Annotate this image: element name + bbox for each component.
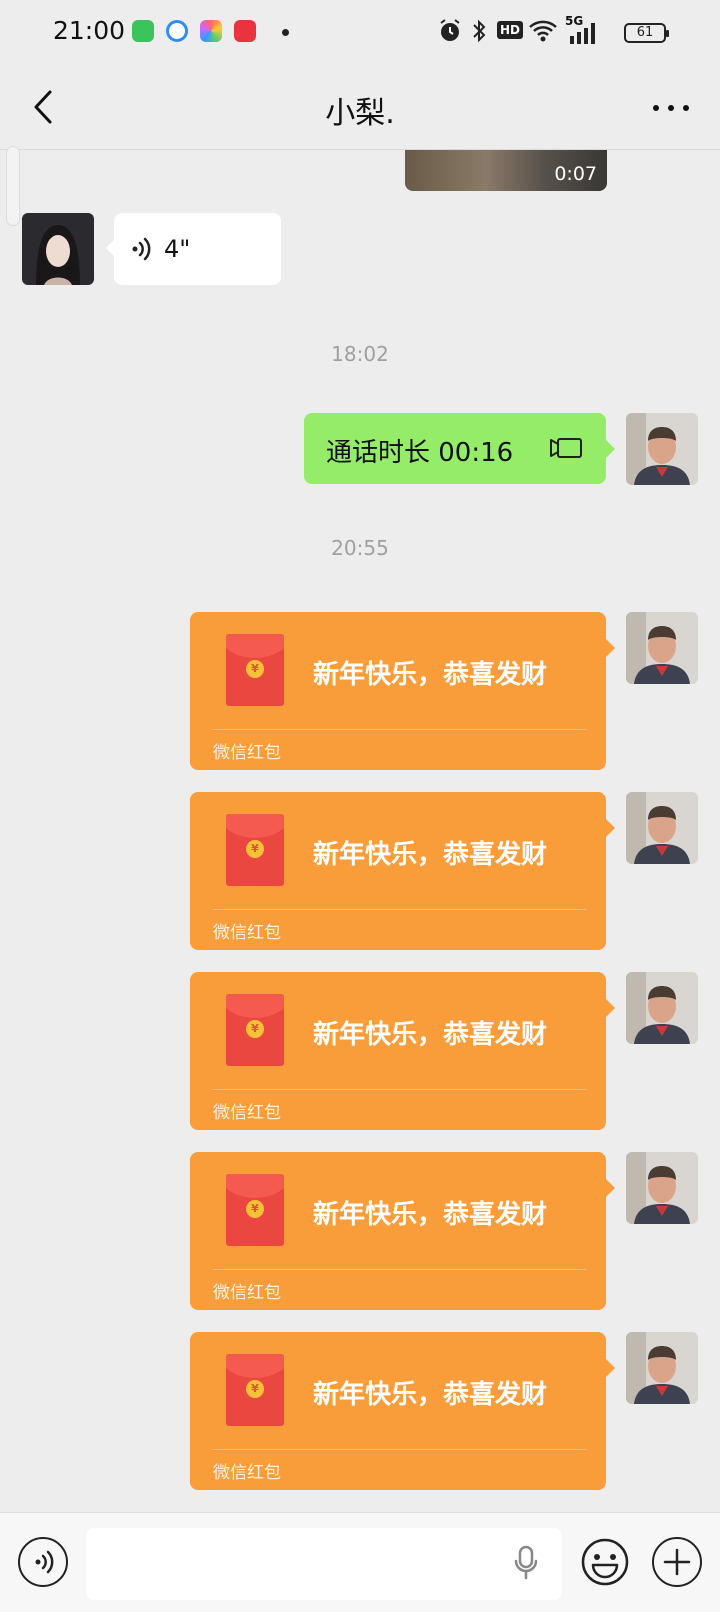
my-avatar[interactable]	[626, 792, 698, 864]
voice-wave-icon	[132, 237, 151, 261]
divider	[213, 1449, 586, 1450]
red-packet-greeting: 新年快乐，恭喜发财	[313, 660, 548, 690]
my-avatar[interactable]	[626, 1152, 698, 1224]
red-envelope-icon: ¥	[226, 994, 284, 1066]
red-envelope-icon: ¥	[226, 634, 284, 706]
message-input[interactable]	[86, 1528, 562, 1600]
battery-icon: 61	[624, 23, 669, 43]
red-packet-greeting: 新年快乐，恭喜发财	[313, 840, 548, 870]
chat-input-bar	[0, 1512, 720, 1612]
bluetooth-icon	[473, 19, 486, 43]
red-packet-label: 微信红包	[213, 1283, 281, 1303]
red-packet-message[interactable]: ¥ 新年快乐，恭喜发财微信红包	[190, 1152, 615, 1310]
microphone-icon[interactable]	[513, 1545, 539, 1581]
browser-app-icon	[166, 20, 188, 42]
red-packet-label: 微信红包	[213, 923, 281, 943]
my-avatar[interactable]	[626, 972, 698, 1044]
call-record-message[interactable]: 通话时长 00:16	[304, 413, 615, 484]
divider	[213, 1269, 586, 1270]
hd-icon: HD	[497, 21, 524, 39]
signal-icon	[570, 23, 595, 44]
red-envelope-icon: ¥	[226, 1174, 284, 1246]
status-bar: 21:00 HD 5G 61	[0, 0, 720, 64]
chat-title: 小梨.	[325, 96, 395, 131]
red-packet-label: 微信红包	[213, 1463, 281, 1483]
coin-icon: ¥	[246, 660, 264, 678]
divider	[213, 729, 586, 730]
divider	[213, 1089, 586, 1090]
red-packet-greeting: 新年快乐，恭喜发财	[313, 1020, 548, 1050]
status-time: 21:00	[53, 16, 126, 45]
voice-message[interactable]: 4"	[106, 213, 281, 285]
notification-app-icon	[132, 20, 154, 42]
more-notifications-dot	[282, 29, 289, 36]
red-packet-message[interactable]: ¥ 新年快乐，恭喜发财微信红包	[190, 612, 615, 770]
red-packet-greeting: 新年快乐，恭喜发财	[313, 1380, 548, 1410]
timestamp: 18:02	[331, 342, 389, 366]
voice-length: 4"	[164, 235, 191, 263]
red-packet-message[interactable]: ¥ 新年快乐，恭喜发财微信红包	[190, 1332, 615, 1490]
call-duration-text: 通话时长 00:16	[326, 438, 514, 468]
timestamp: 20:55	[331, 536, 389, 560]
red-packet-label: 微信红包	[213, 743, 281, 763]
coin-icon: ¥	[246, 1200, 264, 1218]
divider	[213, 909, 586, 910]
voice-input-toggle[interactable]	[18, 1537, 68, 1587]
battery-level: 61	[636, 25, 654, 40]
video-call-icon	[550, 438, 582, 458]
coin-icon: ¥	[246, 840, 264, 858]
my-avatar[interactable]	[626, 1332, 698, 1404]
video-message[interactable]: 0:07	[405, 150, 607, 191]
my-avatar[interactable]	[626, 612, 698, 684]
wifi-icon	[529, 20, 557, 42]
more-functions-button[interactable]	[652, 1537, 702, 1587]
red-packet-greeting: 新年快乐，恭喜发财	[313, 1200, 548, 1230]
coin-icon: ¥	[246, 1380, 264, 1398]
gallery-app-icon	[200, 20, 222, 42]
red-packet-label: 微信红包	[213, 1103, 281, 1123]
red-packet-message[interactable]: ¥ 新年快乐，恭喜发财微信红包	[190, 792, 615, 950]
more-options-icon[interactable]	[646, 88, 696, 128]
video-duration: 0:07	[554, 163, 597, 185]
my-avatar[interactable]	[626, 413, 698, 485]
coin-icon: ¥	[246, 1020, 264, 1038]
red-envelope-icon: ¥	[226, 1354, 284, 1426]
alarm-icon	[440, 19, 460, 41]
scroll-indicator	[6, 146, 20, 226]
voice-mode-icon	[35, 1550, 54, 1574]
contact-avatar[interactable]	[22, 213, 94, 285]
plus-icon	[663, 1548, 691, 1576]
music-app-icon	[234, 20, 256, 42]
red-packet-message[interactable]: ¥ 新年快乐，恭喜发财微信红包	[190, 972, 615, 1130]
chat-title-bar: 小梨.	[0, 64, 720, 150]
red-envelope-icon: ¥	[226, 814, 284, 886]
emoji-icon[interactable]	[580, 1537, 630, 1587]
